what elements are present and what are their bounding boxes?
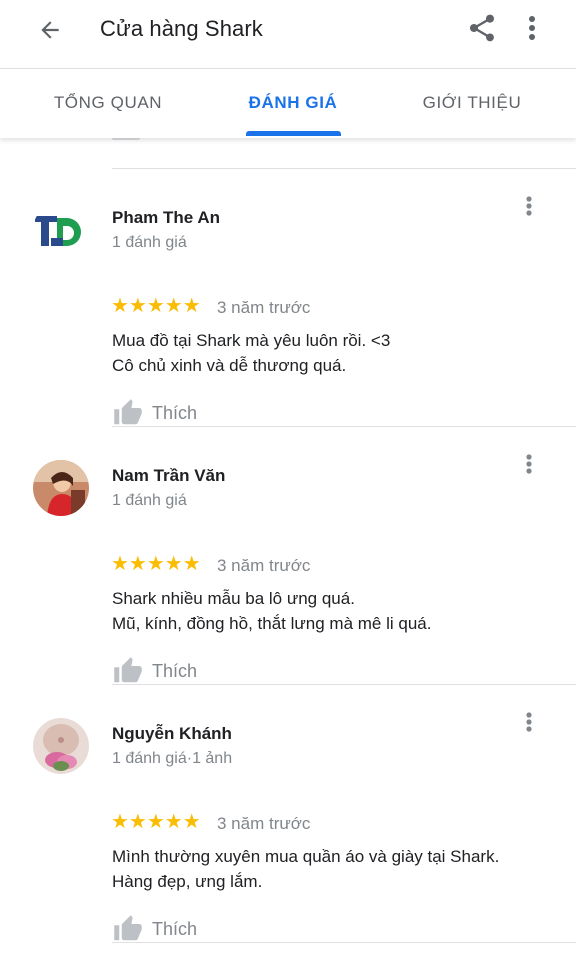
arrow-back-icon <box>41 21 59 39</box>
like-button[interactable]: Thích <box>112 656 197 686</box>
avatar[interactable] <box>33 460 89 516</box>
avatar[interactable] <box>33 202 89 258</box>
page-title: Cửa hàng Shark <box>100 16 263 41</box>
review-text: Shark nhiều mẫu ba lô ưng quá. Mũ, kính,… <box>112 586 431 636</box>
review-text-line: Shark nhiều mẫu ba lô ưng quá. <box>112 589 355 608</box>
review-text-line: Cô chủ xinh và dễ thương quá. <box>112 356 347 375</box>
review-more-button[interactable] <box>518 194 540 220</box>
review-text-line: Mũ, kính, đồng hồ, thắt lưng mà mê li qu… <box>112 614 432 633</box>
like-button[interactable]: Thích <box>112 398 197 428</box>
review-count: 1 đánh giá <box>112 234 187 251</box>
review-time: 3 năm trước <box>217 556 311 575</box>
thumb-up-icon <box>114 915 142 941</box>
review-text-line: Hàng đẹp, ưng lắm. <box>112 872 263 891</box>
reviewer-name[interactable]: Nguyễn Khánh <box>112 724 232 744</box>
tab-overview[interactable]: TỔNG QUAN <box>30 69 186 137</box>
reviewer-name[interactable]: Pham The An <box>112 208 220 228</box>
review-text-line: Mua đồ tại Shark mà yêu luôn rồi. <3 <box>112 331 391 350</box>
review-count: 1 đánh giá·1 ảnh <box>112 750 233 767</box>
star-rating: ★★★★★ <box>111 295 201 317</box>
reviews-list[interactable]: Pham The An 1 đánh giá ★★★★★ 3 năm trước… <box>0 138 576 960</box>
review-more-button[interactable] <box>518 710 540 736</box>
more-vert-icon <box>529 16 535 40</box>
review-count: 1 đánh giá <box>112 492 187 509</box>
review-text: Mua đồ tại Shark mà yêu luôn rồi. <3 Cô … <box>112 328 390 378</box>
more-vert-icon <box>526 454 532 474</box>
more-options-button[interactable] <box>520 12 544 44</box>
review-time: 3 năm trước <box>217 298 311 317</box>
thumb-up-icon <box>114 399 142 425</box>
logo-avatar-icon <box>33 202 89 258</box>
tab-about[interactable]: GIỚI THIỆU <box>400 69 544 137</box>
review-card: Pham The An 1 đánh giá ★★★★★ 3 năm trước… <box>0 168 576 426</box>
tab-reviews[interactable]: ĐÁNH GIÁ <box>232 69 354 137</box>
like-label: Thích <box>152 660 198 681</box>
review-text: Mình thường xuyên mua quần áo và giày tạ… <box>112 844 499 894</box>
active-tab-indicator <box>246 131 341 136</box>
star-rating: ★★★★★ <box>111 553 201 575</box>
share-icon <box>470 14 494 42</box>
reviewer-name[interactable]: Nam Trần Văn <box>112 466 225 486</box>
review-more-button[interactable] <box>518 452 540 478</box>
like-button[interactable]: Thích <box>112 914 197 944</box>
review-text-line: Mình thường xuyên mua quần áo và giày tạ… <box>112 847 500 866</box>
avatar[interactable] <box>33 718 89 774</box>
app-bar: Cửa hàng Shark <box>0 0 576 68</box>
profile-photo-icon <box>33 460 89 516</box>
share-button[interactable] <box>466 12 498 44</box>
more-vert-icon <box>526 196 532 216</box>
divider <box>112 942 576 943</box>
profile-photo-icon <box>33 718 89 774</box>
thumb-up-icon <box>114 657 142 683</box>
back-button[interactable] <box>34 14 66 46</box>
review-card: Nguyễn Khánh 1 đánh giá·1 ảnh ★★★★★ 3 nă… <box>0 684 576 942</box>
review-card: Nam Trần Văn 1 đánh giá ★★★★★ 3 năm trướ… <box>0 426 576 684</box>
review-time: 3 năm trước <box>217 814 311 833</box>
star-rating: ★★★★★ <box>111 811 201 833</box>
like-label: Thích <box>152 402 198 423</box>
more-vert-icon <box>526 712 532 732</box>
previous-review-like-stub <box>112 138 140 140</box>
like-label: Thích <box>152 918 198 939</box>
tab-bar: TỔNG QUAN ĐÁNH GIÁ GIỚI THIỆU <box>0 68 576 138</box>
